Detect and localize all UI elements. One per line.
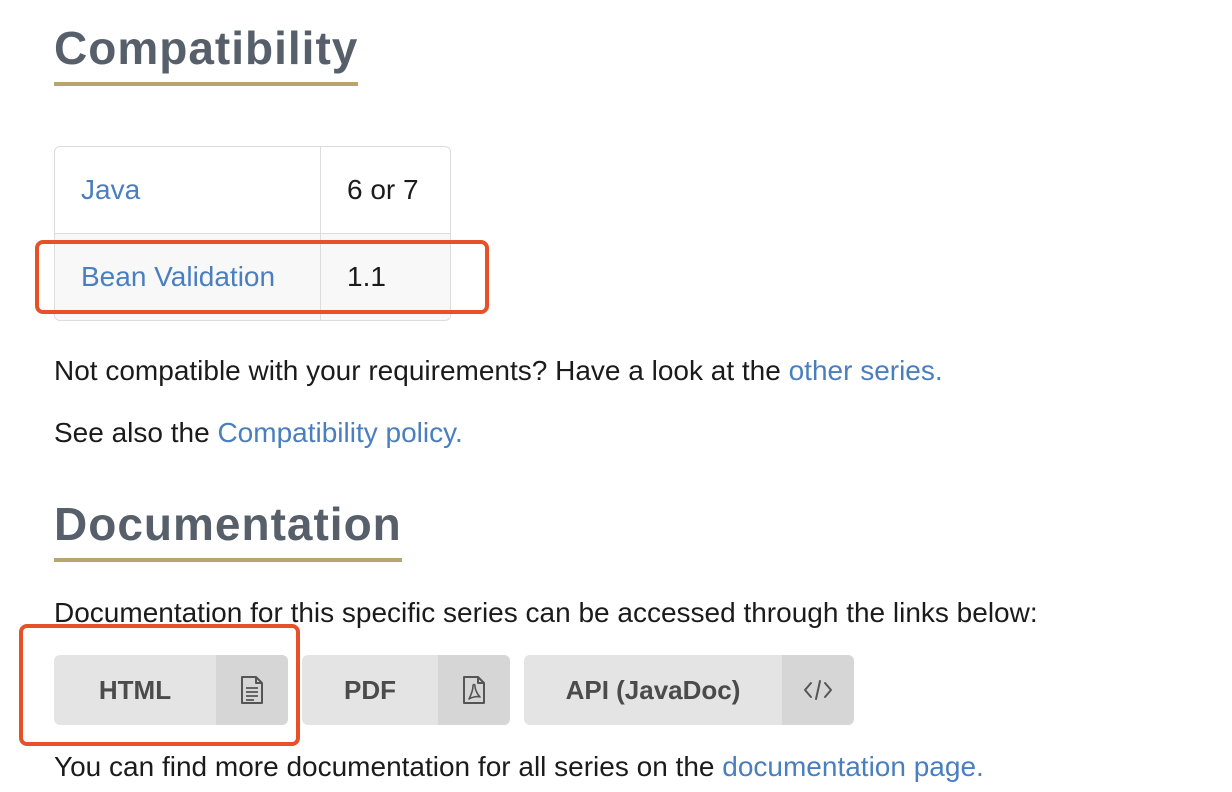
documentation-heading: Documentation xyxy=(54,496,402,562)
api-javadoc-button[interactable]: API (JavaDoc) xyxy=(524,655,854,725)
other-series-link[interactable]: other series. xyxy=(789,355,943,386)
table-cell-key: Java xyxy=(55,147,321,233)
compatibility-policy-link[interactable]: Compatibility policy. xyxy=(217,417,462,448)
table-row: Bean Validation 1.1 xyxy=(55,233,450,320)
more-documentation-text: You can find more documentation for all … xyxy=(54,750,984,784)
documentation-intro: Documentation for this specific series c… xyxy=(54,597,1038,628)
see-also-label: See also the xyxy=(54,417,218,448)
html-doc-label: HTML xyxy=(98,674,172,705)
documentation-page-link[interactable]: documentation page. xyxy=(722,751,984,782)
pdf-doc-button[interactable]: PDF xyxy=(302,655,510,725)
html-doc-button[interactable]: HTML xyxy=(54,655,288,725)
pdf-icon xyxy=(438,655,510,725)
table-cell-value: 6 or 7 xyxy=(347,174,419,205)
more-documentation-label: You can find more documentation for all … xyxy=(54,751,723,782)
not-compatible-text: Not compatible with your requirements? H… xyxy=(54,354,943,388)
not-compatible-label: Not compatible with your requirements? H… xyxy=(54,355,789,386)
table-cell-key: Bean Validation xyxy=(55,233,321,320)
compatibility-table: Java 6 or 7 Bean Validation 1.1 xyxy=(54,146,451,321)
document-icon xyxy=(216,655,288,725)
table-row: Java 6 or 7 xyxy=(55,147,450,233)
see-also-text: See also the Compatibility policy. xyxy=(54,416,463,450)
bean-validation-link[interactable]: Bean Validation xyxy=(81,261,275,292)
api-javadoc-label: API (JavaDoc) xyxy=(565,674,741,705)
compatibility-heading: Compatibility xyxy=(54,20,359,86)
documentation-buttons: HTML PDF API (JavaDoc) xyxy=(54,655,854,725)
code-icon xyxy=(782,655,854,725)
java-link[interactable]: Java xyxy=(81,174,140,205)
table-cell-value: 1.1 xyxy=(321,233,450,320)
pdf-doc-label: PDF xyxy=(344,674,396,705)
